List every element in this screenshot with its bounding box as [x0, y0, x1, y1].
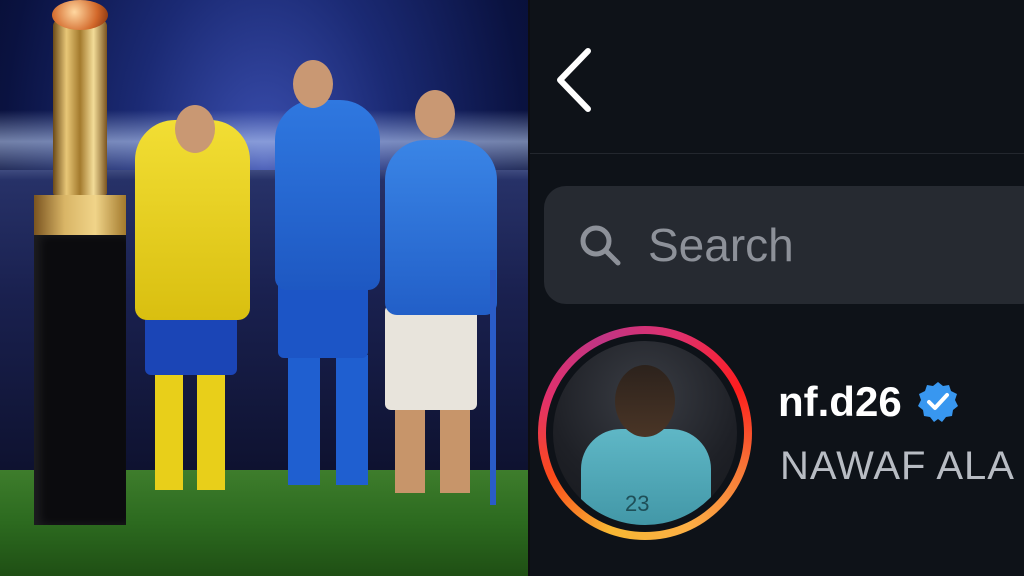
- crutch: [490, 270, 496, 505]
- player-yellow-head: [175, 105, 215, 153]
- search-result-item[interactable]: 23 nf.d26 NAWAF ALA: [538, 326, 1024, 546]
- back-button[interactable]: [544, 42, 604, 118]
- story-ring[interactable]: 23: [538, 326, 752, 540]
- player-blue-left-shorts: [278, 278, 368, 358]
- username[interactable]: nf.d26: [778, 378, 902, 426]
- app-screen: 23 nf.d26 NAWAF ALA: [530, 0, 1024, 576]
- trophy-ball: [52, 0, 108, 30]
- top-bar: [530, 0, 1024, 154]
- search-input[interactable]: [646, 217, 1010, 273]
- screen: 23 nf.d26 NAWAF ALA: [0, 0, 1024, 576]
- players-photo: [0, 0, 528, 576]
- trophy: [53, 20, 107, 195]
- player-blue-right-kit: [385, 140, 497, 315]
- player-blue-left-kit: [275, 100, 380, 290]
- avatar-head: [615, 365, 675, 437]
- player-yellow-legs: [155, 370, 225, 490]
- verified-badge-icon: [917, 382, 958, 422]
- username-row[interactable]: nf.d26: [778, 378, 960, 426]
- trophy-pedestal: [34, 235, 126, 525]
- search-icon: [580, 225, 621, 266]
- player-blue-right-head: [415, 90, 455, 138]
- player-blue-left-head: [293, 60, 333, 108]
- player-blue-left-legs: [288, 355, 368, 485]
- search-bar[interactable]: [544, 186, 1024, 304]
- trophy-base: [34, 195, 126, 235]
- chevron-left-icon: [557, 48, 591, 112]
- player-blue-right-legs: [395, 408, 470, 493]
- avatar-jersey-number: 23: [625, 491, 650, 516]
- player-blue-right-shorts: [385, 305, 477, 410]
- avatar[interactable]: 23: [553, 341, 737, 525]
- full-name: NAWAF ALA: [780, 444, 1015, 488]
